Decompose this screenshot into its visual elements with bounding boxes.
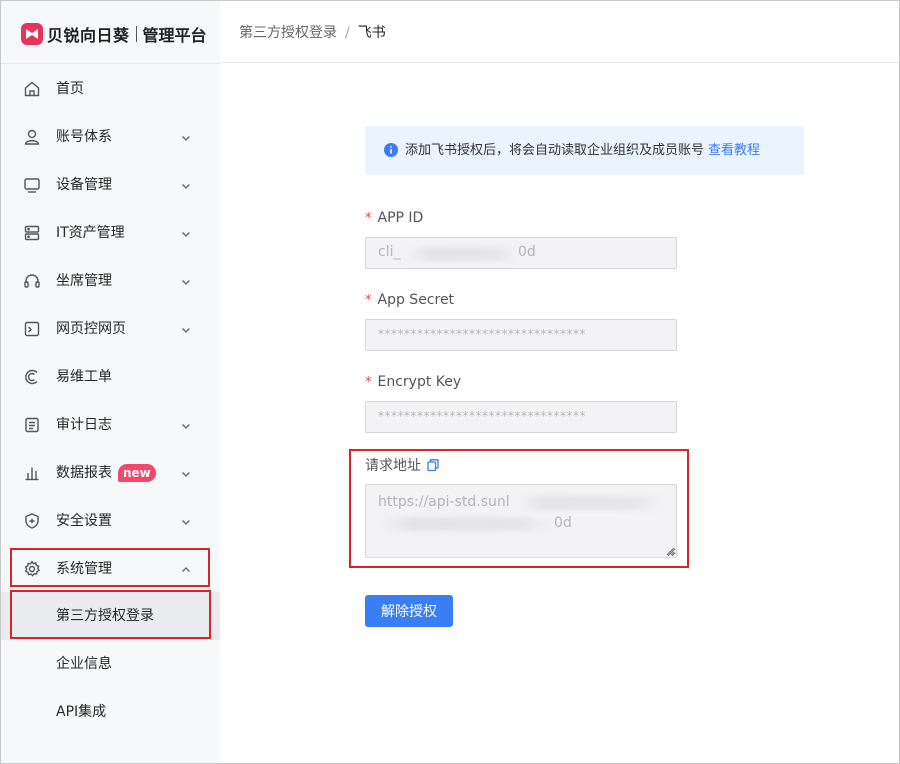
info-text: 添加飞书授权后，将会自动读取企业组织及成员账号 查看教程: [405, 141, 760, 161]
brand-name: 贝锐向日葵: [47, 26, 130, 45]
brand-logo[interactable]: 贝锐向日葵 管理平台: [21, 21, 207, 47]
info-notice: 添加飞书授权后，将会自动读取企业组织及成员账号 查看教程: [365, 126, 804, 175]
sidebar-item-security[interactable]: 安全设置: [1, 497, 220, 545]
sidebar-item-devices[interactable]: 设备管理: [1, 161, 220, 209]
logo-icon: [21, 23, 43, 45]
breadcrumb-separator: /: [345, 25, 350, 41]
encrypt-key-value: ********************************: [378, 409, 586, 423]
page-header: 第三方授权登录 / 飞书: [220, 1, 899, 63]
sidebar-item-it-assets[interactable]: IT资产管理: [1, 209, 220, 257]
chevron-down-icon: [182, 136, 190, 141]
sidebar-item-label: 易维工单: [56, 369, 112, 385]
bar-chart-icon: [25, 467, 39, 481]
app-secret-label-text: App Secret: [377, 292, 455, 308]
sidebar-item-reports[interactable]: 数据报表 new: [1, 449, 220, 497]
chevron-down-icon: [182, 328, 190, 333]
sidebar-item-tickets[interactable]: 易维工单: [1, 353, 220, 401]
encrypt-key-label: * Encrypt Key: [365, 372, 461, 393]
required-star: *: [365, 211, 372, 226]
highlight-third-party-login: [10, 590, 211, 639]
sidebar-item-label: 网页控网页: [56, 321, 126, 337]
shield-icon: [25, 513, 39, 529]
sidebar-item-label: 安全设置: [56, 513, 112, 529]
tutorial-link[interactable]: 查看教程: [708, 143, 760, 158]
sidebar-item-label: 坐席管理: [56, 273, 112, 289]
sidebar-item-home[interactable]: 首页: [1, 65, 220, 113]
sidebar-item-seats[interactable]: 坐席管理: [1, 257, 220, 305]
sidebar-item-label: IT资产管理: [56, 225, 125, 241]
encrypt-key-label-text: Encrypt Key: [377, 374, 462, 390]
sidebar-item-label: 设备管理: [56, 177, 112, 193]
required-star: *: [365, 375, 372, 390]
sidebar-item-web-control[interactable]: 网页控网页: [1, 305, 220, 353]
headset-icon: [24, 274, 40, 288]
chevron-down-icon: [182, 472, 190, 477]
sidebar-item-audit-log[interactable]: 审计日志: [1, 401, 220, 449]
required-star: *: [365, 293, 372, 308]
breadcrumb-parent[interactable]: 第三方授权登录: [239, 23, 337, 43]
sidebar-item-accounts[interactable]: 账号体系: [1, 113, 220, 161]
new-badge: new: [118, 464, 156, 482]
brand-product: 管理平台: [142, 26, 207, 45]
chevron-down-icon: [182, 520, 190, 525]
sidebar-subitem-label: API集成: [56, 704, 107, 720]
sidebar-subitem-label: 企业信息: [56, 656, 112, 672]
app-id-field[interactable]: cli_ 0d: [365, 237, 677, 269]
chevron-down-icon: [182, 280, 190, 285]
encrypt-key-field[interactable]: ********************************: [365, 401, 677, 433]
app-secret-label: * App Secret: [365, 290, 454, 311]
user-icon: [24, 129, 40, 145]
redacted-area: [408, 247, 518, 261]
notice-message: 添加飞书授权后，将会自动读取企业组织及成员账号: [405, 143, 705, 158]
sidebar-divider: [1, 63, 220, 64]
highlight-request-url: [349, 449, 689, 568]
ticket-icon: [25, 369, 38, 385]
home-icon: [24, 81, 40, 97]
monitor-icon: [24, 178, 40, 193]
app-id-label-text: APP ID: [377, 210, 424, 226]
sidebar-subitem-company-info[interactable]: 企业信息: [1, 640, 220, 688]
chevron-down-icon: [182, 232, 190, 237]
sidebar-item-label: 数据报表: [56, 465, 112, 481]
brand-divider: [135, 26, 137, 42]
log-icon: [25, 417, 39, 433]
info-icon: [384, 143, 398, 157]
breadcrumb-current: 飞书: [357, 25, 386, 41]
sidebar-item-label: 账号体系: [56, 129, 112, 145]
chevron-down-icon: [182, 424, 190, 429]
sidebar-subitem-api-integration[interactable]: API集成: [1, 688, 220, 736]
sidebar-item-label: 审计日志: [56, 417, 112, 433]
app-secret-field[interactable]: ********************************: [365, 319, 677, 351]
chevron-down-icon: [182, 184, 190, 189]
breadcrumb: 第三方授权登录 / 飞书: [239, 23, 386, 43]
server-icon: [24, 225, 40, 241]
app-id-suffix: 0d: [518, 244, 536, 260]
terminal-icon: [24, 321, 40, 337]
app-id-prefix: cli_: [378, 244, 401, 260]
app-secret-value: ********************************: [378, 327, 586, 341]
app-id-label: * APP ID: [365, 208, 423, 229]
unbind-button[interactable]: 解除授权: [365, 595, 453, 627]
sidebar-item-label: 首页: [56, 81, 84, 97]
highlight-system-menu: [10, 548, 210, 587]
sidebar: 贝锐向日葵 管理平台 首页 账号体系 设备管理 IT资产管理 坐席管理 网页控网…: [1, 1, 220, 763]
